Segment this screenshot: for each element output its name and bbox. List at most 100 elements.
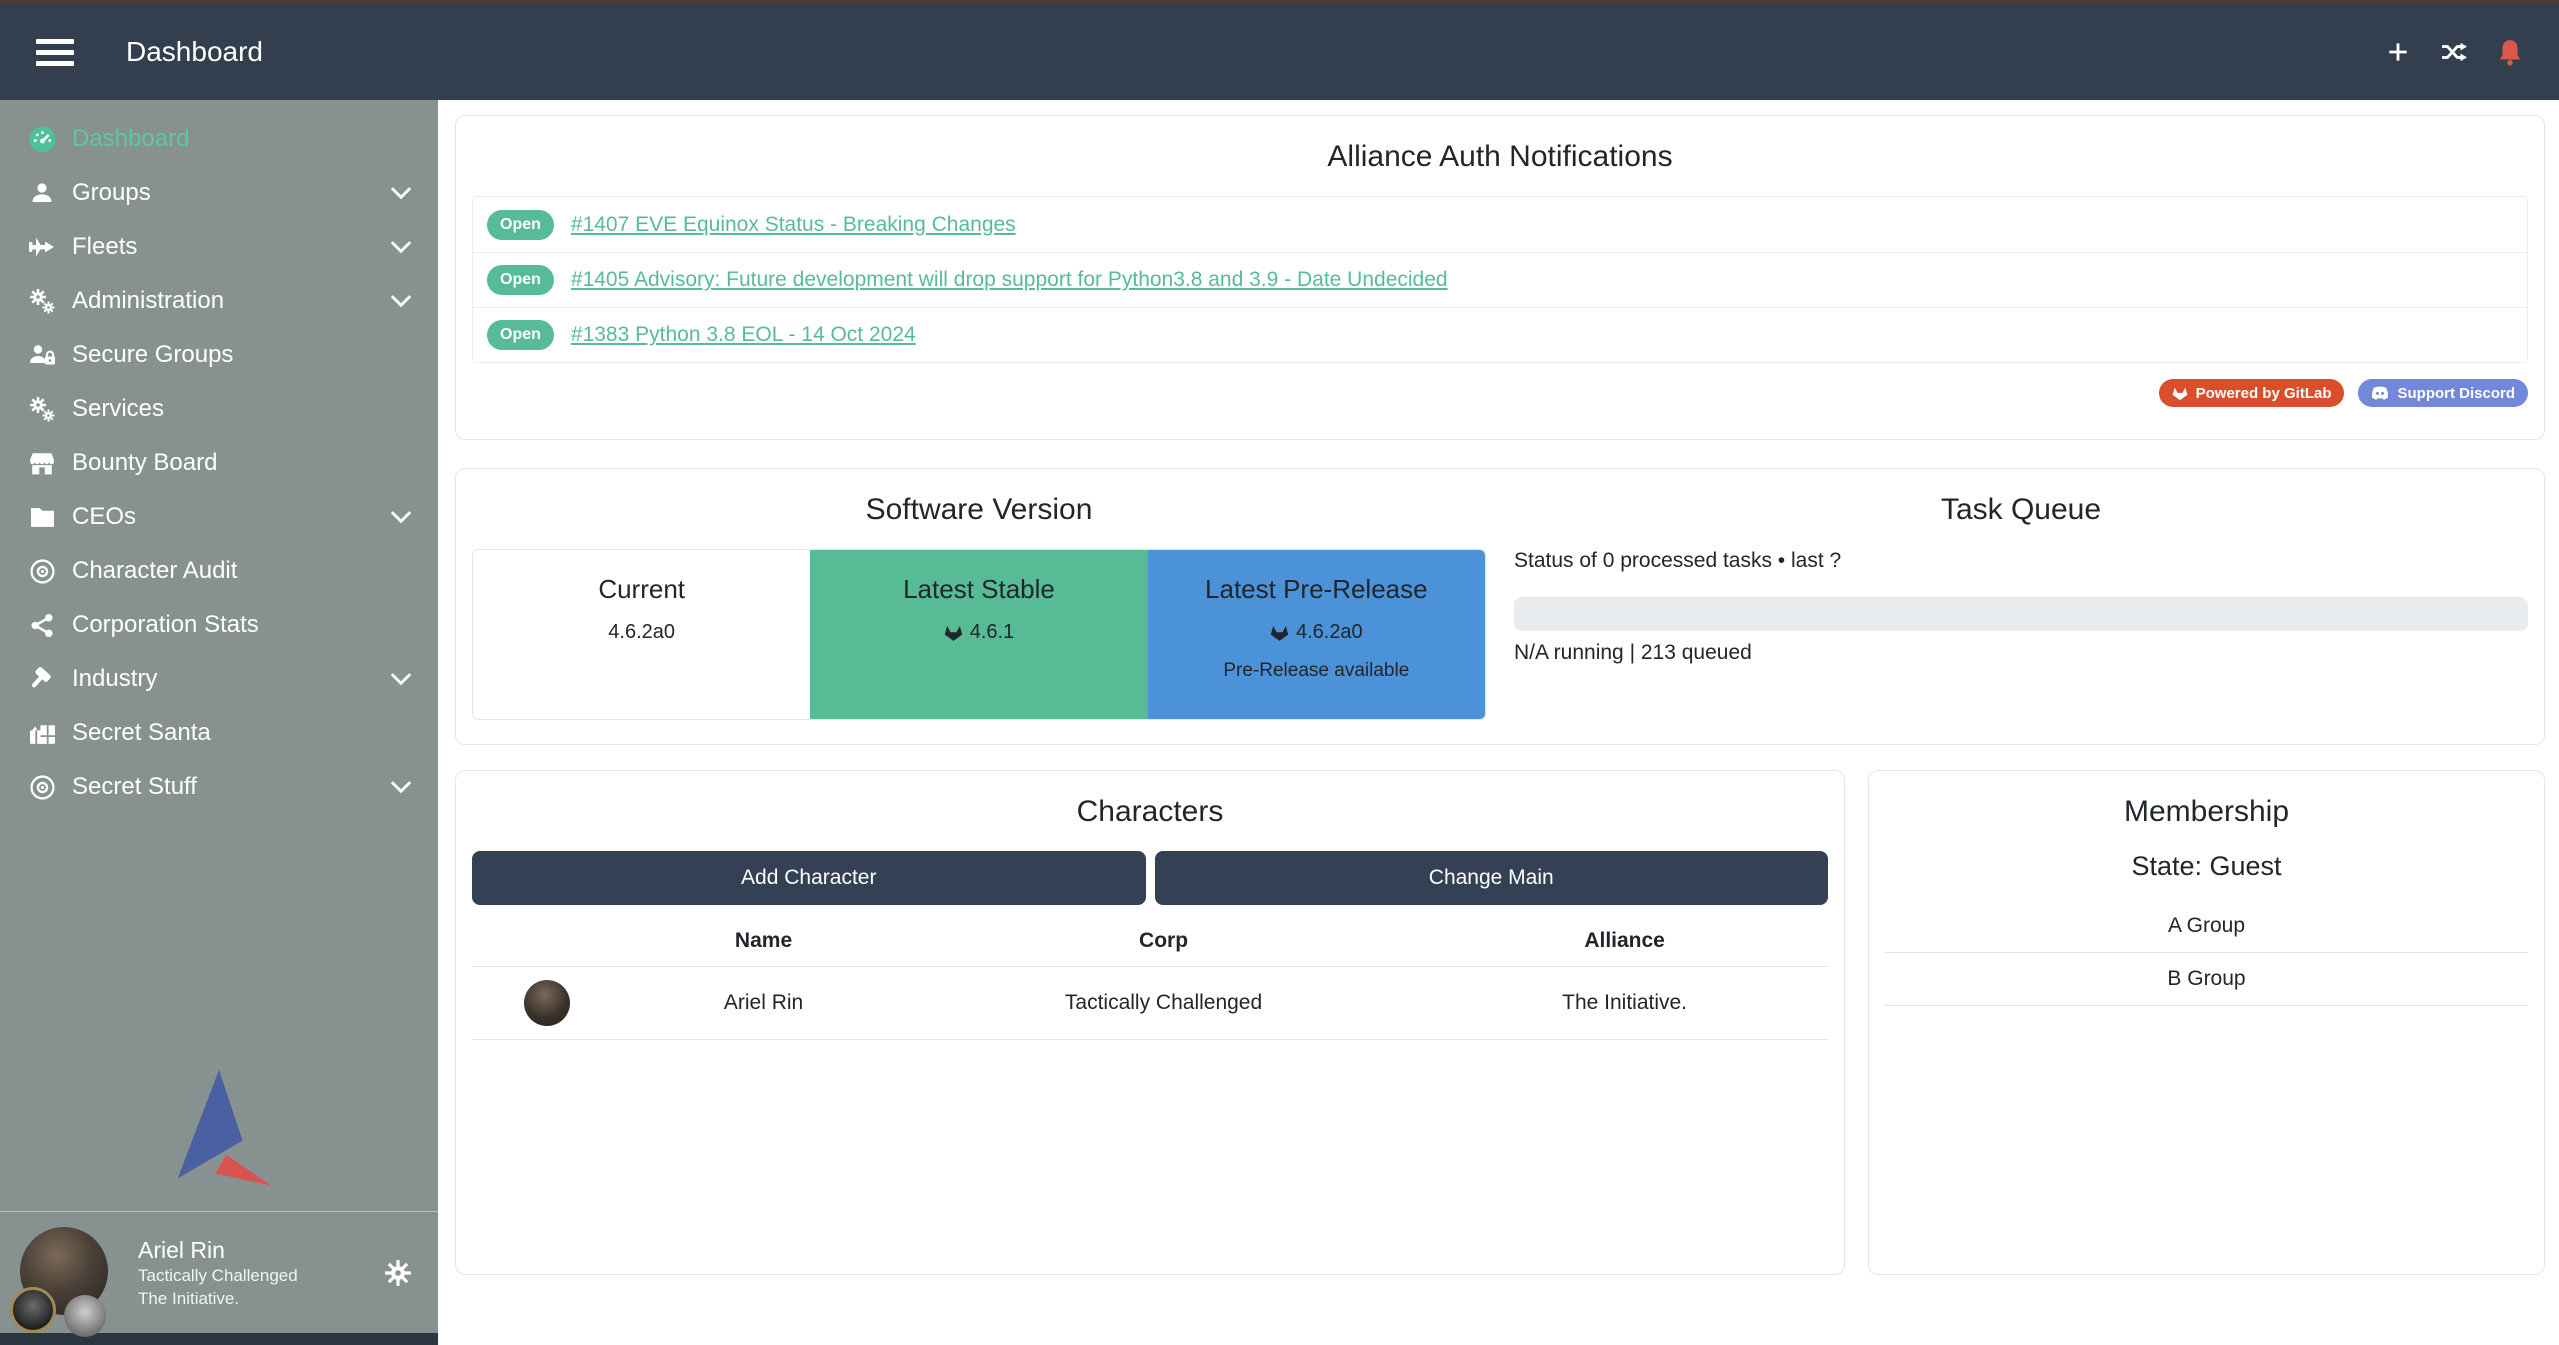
alliance-column-header: Alliance (1421, 913, 1828, 967)
navbar-actions (2385, 38, 2523, 66)
alliance-logo (64, 1295, 106, 1337)
character-corp-cell: Tactically Challenged (906, 967, 1421, 1040)
notification-link[interactable]: #1383 Python 3.8 EOL - 14 Oct 2024 (571, 323, 916, 347)
fighter-jet-icon (24, 235, 60, 259)
version-prerelease-header: Latest Pre-Release (1148, 574, 1485, 605)
sidebar-item-services[interactable]: Services (0, 382, 438, 436)
sidebar-footer-strip (0, 1333, 438, 1345)
character-alliance-cell: The Initiative. (1421, 967, 1828, 1040)
menu-toggle-button[interactable] (36, 39, 74, 66)
sidebar-item-groups[interactable]: Groups (0, 166, 438, 220)
gitlab-badge[interactable]: Powered by GitLab (2159, 379, 2345, 407)
corp-column-header: Corp (906, 913, 1421, 967)
sidebar-item-character-audit[interactable]: Character Audit (0, 544, 438, 598)
status-badge: Open (487, 210, 554, 240)
sidebar: Dashboard Groups (0, 100, 438, 1345)
notification-row: Open #1407 EVE Equinox Status - Breaking… (473, 197, 2527, 252)
sidebar-item-label: Bounty Board (72, 449, 217, 477)
gitlab-tanuki-icon (1270, 624, 1289, 642)
sidebar-item-secret-santa[interactable]: Secret Santa (0, 706, 438, 760)
add-character-button[interactable]: Add Character (472, 851, 1146, 905)
task-queue-title: Task Queue (1514, 469, 2528, 527)
status-badge: Open (487, 265, 554, 295)
notifications-panel: Alliance Auth Notifications Open #1407 E… (455, 115, 2545, 440)
prerelease-note: Pre-Release available (1148, 660, 1485, 682)
characters-table: Name Corp Alliance Ariel Rin Tactically … (472, 913, 1828, 1040)
corp-logo (10, 1287, 56, 1333)
sidebar-item-secret-stuff[interactable]: Secret Stuff (0, 760, 438, 814)
discord-icon (2371, 386, 2389, 400)
user-panel[interactable]: Ariel Rin Tactically Challenged The Init… (0, 1211, 438, 1333)
membership-panel: Membership State: Guest A Group B Group (1868, 770, 2545, 1275)
sidebar-item-label: Character Audit (72, 557, 237, 585)
chevron-down-icon (390, 672, 412, 686)
gauge-icon (24, 126, 60, 153)
change-main-button[interactable]: Change Main (1155, 851, 1829, 905)
bell-icon[interactable] (2497, 38, 2523, 66)
membership-state: State: Guest (1885, 851, 2528, 882)
chevron-down-icon (390, 780, 412, 794)
sidebar-item-secure-groups[interactable]: Secure Groups (0, 328, 438, 382)
sidebar-item-label: Administration (72, 287, 224, 315)
sidebar-item-industry[interactable]: Industry (0, 652, 438, 706)
version-stable-value: 4.6.1 (970, 621, 1014, 644)
sidebar-nav: Dashboard Groups (0, 100, 438, 814)
gear-icon[interactable] (384, 1259, 412, 1287)
version-prerelease-value: 4.6.2a0 (1296, 621, 1363, 644)
task-queue-counts: N/A running | 213 queued (1514, 641, 2528, 665)
discord-badge[interactable]: Support Discord (2358, 379, 2528, 407)
user-name: Ariel Rin (138, 1235, 298, 1265)
sidebar-item-administration[interactable]: Administration (0, 274, 438, 328)
table-row: Ariel Rin Tactically Challenged The Init… (472, 967, 1828, 1040)
characters-table-header: Name Corp Alliance (472, 913, 1828, 967)
notification-link[interactable]: #1407 EVE Equinox Status - Breaking Chan… (571, 213, 1016, 237)
characters-panel: Characters Add Character Change Main Nam… (455, 770, 1845, 1275)
sidebar-item-bounty-board[interactable]: Bounty Board (0, 436, 438, 490)
bottom-row: Characters Add Character Change Main Nam… (455, 770, 2545, 1275)
character-avatar (524, 980, 570, 1026)
sidebar-item-label: Secret Santa (72, 719, 211, 747)
software-version-title: Software Version (472, 469, 1486, 527)
sidebar-item-label: Services (72, 395, 164, 423)
gears-icon (24, 396, 60, 422)
sidebar-item-label: CEOs (72, 503, 136, 531)
chevron-down-icon (390, 294, 412, 308)
membership-title: Membership (1885, 771, 2528, 829)
gitlab-tanuki-icon (2172, 386, 2188, 401)
eye-icon (24, 775, 60, 800)
sidebar-item-corporation-stats[interactable]: Corporation Stats (0, 598, 438, 652)
notifications-footer: Powered by GitLab Support Discord (472, 379, 2528, 407)
add-character-icon[interactable] (2385, 39, 2411, 65)
sidebar-item-fleets[interactable]: Fleets (0, 220, 438, 274)
sidebar-item-ceos[interactable]: CEOs (0, 490, 438, 544)
task-queue-status: Status of 0 processed tasks • last ? (1514, 549, 2528, 573)
app-root: Dashboard (0, 0, 2559, 1345)
software-taskqueue-panel: Software Version Current 4.6.2a0 Latest … (455, 468, 2545, 745)
page-title: Dashboard (126, 36, 263, 68)
top-navbar: Dashboard (0, 4, 2559, 100)
version-stable: Latest Stable 4.6.1 (810, 550, 1147, 719)
sidebar-item-label: Secret Stuff (72, 773, 197, 801)
user-info: Ariel Rin Tactically Challenged The Init… (138, 1235, 298, 1310)
list-item: B Group (1885, 953, 2528, 1006)
character-avatar-cell (472, 967, 621, 1040)
user-alliance: The Initiative. (138, 1288, 298, 1310)
version-current-header: Current (473, 574, 810, 605)
shuffle-icon[interactable] (2439, 39, 2469, 65)
notifications-list: Open #1407 EVE Equinox Status - Breaking… (472, 196, 2528, 363)
notification-link[interactable]: #1405 Advisory: Future development will … (571, 268, 1448, 292)
task-queue-section: Task Queue Status of 0 processed tasks •… (1514, 469, 2528, 744)
characters-title: Characters (472, 771, 1828, 829)
sidebar-item-dashboard[interactable]: Dashboard (0, 112, 438, 166)
chevron-down-icon (390, 510, 412, 524)
sidebar-item-label: Industry (72, 665, 157, 693)
software-version-box: Current 4.6.2a0 Latest Stable 4.6.1 Late… (472, 549, 1486, 720)
status-badge: Open (487, 320, 554, 350)
chevron-down-icon (390, 240, 412, 254)
gitlab-tanuki-icon (944, 624, 963, 642)
alliance-auth-logo (160, 1067, 278, 1193)
notifications-title: Alliance Auth Notifications (472, 116, 2528, 174)
notification-row: Open #1383 Python 3.8 EOL - 14 Oct 2024 (473, 307, 2527, 362)
sidebar-item-label: Fleets (72, 233, 137, 261)
name-column-header: Name (621, 913, 906, 967)
